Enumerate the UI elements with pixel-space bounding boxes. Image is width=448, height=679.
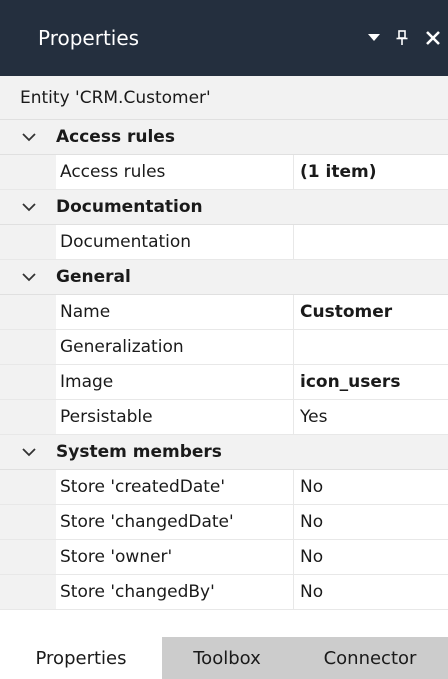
category-label: General [56,267,131,287]
property-value-store-changed-by[interactable]: No [294,575,448,609]
property-value-persistable[interactable]: Yes [294,400,448,434]
window-position-dropdown-icon[interactable] [364,26,384,50]
category-documentation[interactable]: Documentation [0,190,448,225]
panel-title: Properties [38,26,140,50]
category-access-rules[interactable]: Access rules [0,120,448,155]
tab-toolbox[interactable]: Toolbox [162,637,292,679]
pin-icon[interactable] [394,26,410,50]
close-icon[interactable] [422,26,444,50]
property-row-access-rules[interactable]: Access rules (1 item) [0,155,448,190]
property-name: Name [56,295,294,329]
property-name: Store 'changedDate' [56,505,294,539]
property-row-documentation[interactable]: Documentation [0,225,448,260]
tab-properties[interactable]: Properties [0,637,162,679]
property-name: Store 'createdDate' [56,470,294,504]
property-row-image[interactable]: Image icon_users [0,365,448,400]
category-label: System members [56,442,222,462]
category-label: Documentation [56,197,203,217]
property-row-store-owner[interactable]: Store 'owner' No [0,540,448,575]
property-row-persistable[interactable]: Persistable Yes [0,400,448,435]
property-value-image[interactable]: icon_users [294,365,448,399]
chevron-down-icon[interactable] [4,132,54,142]
property-name: Generalization [56,330,294,364]
property-value-documentation[interactable] [294,225,448,259]
property-value-store-changed-date[interactable]: No [294,505,448,539]
panel-titlebar: Properties [0,0,448,76]
property-name: Persistable [56,400,294,434]
property-row-store-changed-by[interactable]: Store 'changedBy' No [0,575,448,610]
property-value-store-owner[interactable]: No [294,540,448,574]
chevron-down-icon[interactable] [4,272,54,282]
panel-tab-strip: Properties Toolbox Connector [0,637,448,679]
property-name: Image [56,365,294,399]
property-row-name[interactable]: Name Customer [0,295,448,330]
property-name: Store 'owner' [56,540,294,574]
property-row-store-created-date[interactable]: Store 'createdDate' No [0,470,448,505]
category-general[interactable]: General [0,260,448,295]
property-value-store-created-date[interactable]: No [294,470,448,504]
property-name: Store 'changedBy' [56,575,294,609]
property-value-name[interactable]: Customer [294,295,448,329]
property-row-generalization[interactable]: Generalization [0,330,448,365]
property-row-store-changed-date[interactable]: Store 'changedDate' No [0,505,448,540]
property-name: Documentation [56,225,294,259]
property-name: Access rules [56,155,294,189]
property-value-generalization[interactable] [294,330,448,364]
tab-connector[interactable]: Connector [292,637,448,679]
chevron-down-icon[interactable] [4,447,54,457]
selected-entity-label: Entity 'CRM.Customer' [0,76,448,120]
category-label: Access rules [56,127,175,147]
property-value-access-rules[interactable]: (1 item) [294,155,448,189]
property-grid: Access rules Access rules (1 item) Docum… [0,120,448,610]
category-system-members[interactable]: System members [0,435,448,470]
chevron-down-icon[interactable] [4,202,54,212]
